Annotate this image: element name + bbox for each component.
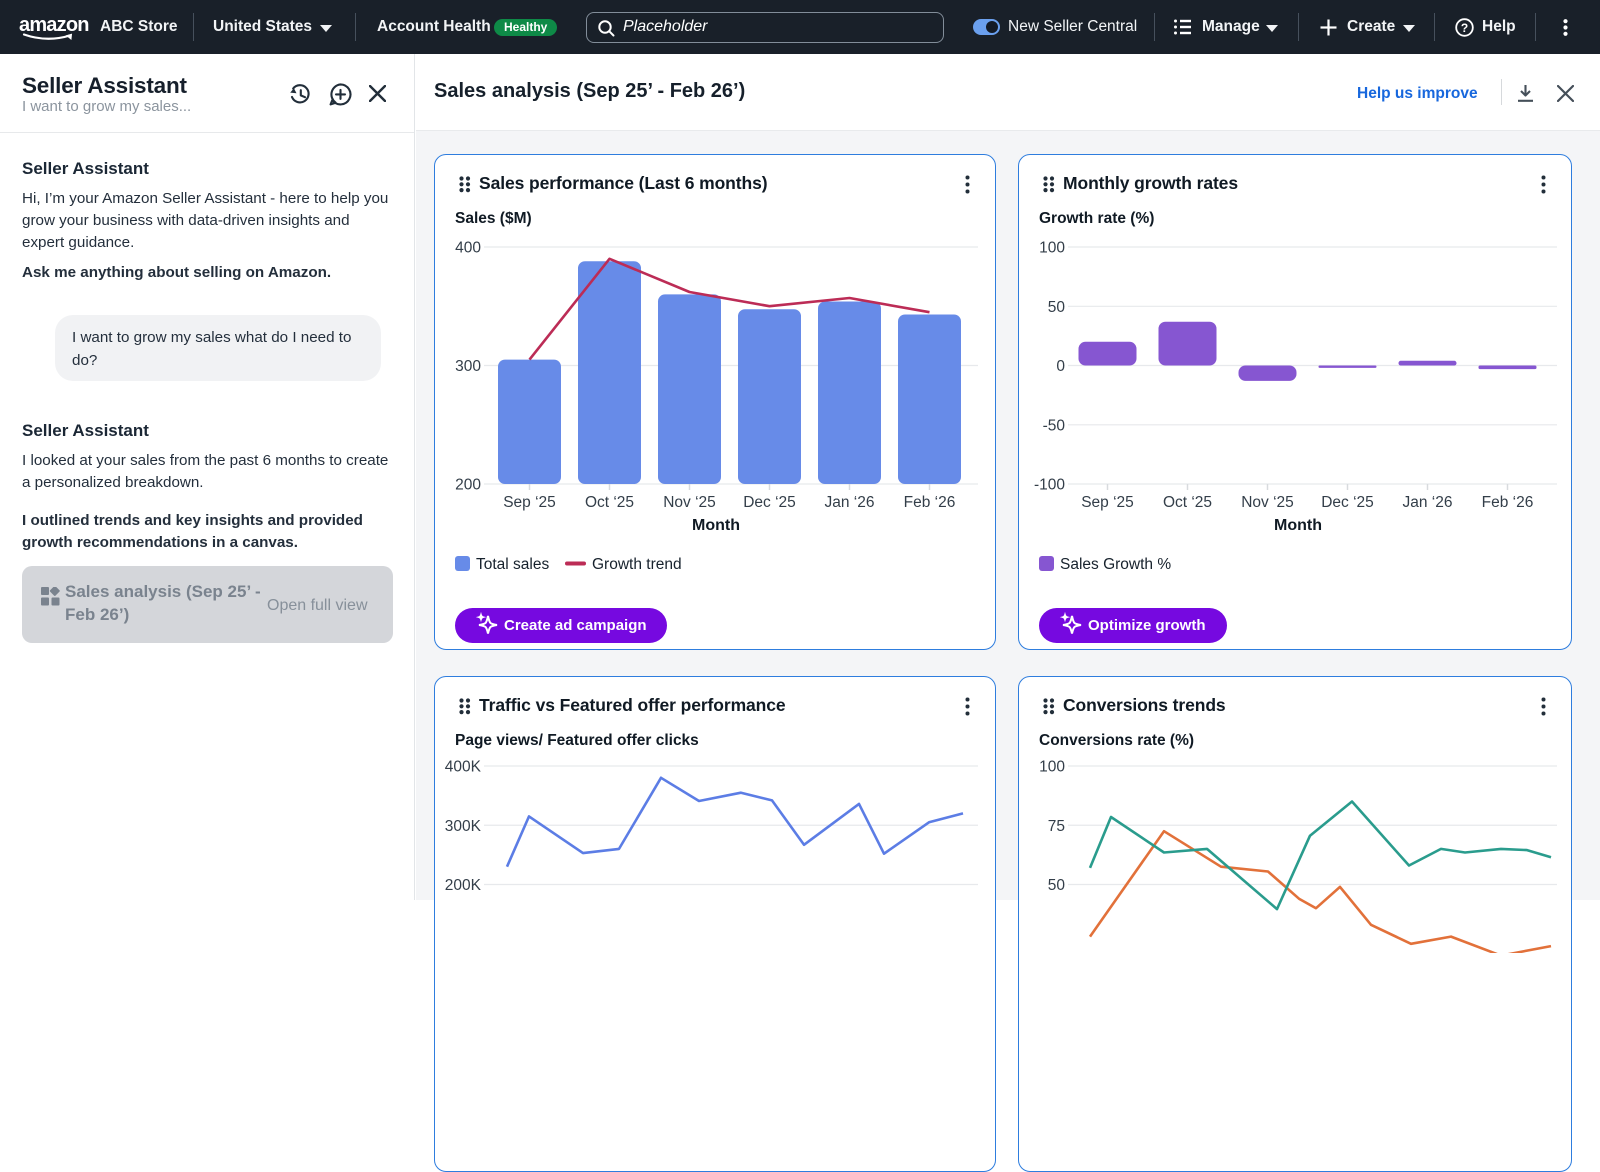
- svg-text:Nov ‘25: Nov ‘25: [663, 494, 716, 511]
- svg-text:Dec ‘25: Dec ‘25: [743, 494, 796, 511]
- svg-text:300: 300: [455, 358, 481, 375]
- svg-text:200K: 200K: [445, 877, 482, 894]
- svg-text:0: 0: [1056, 358, 1065, 375]
- svg-text:Jan ‘26: Jan ‘26: [825, 494, 875, 511]
- svg-text:Month: Month: [1274, 517, 1322, 534]
- svg-text:Sep ‘25: Sep ‘25: [1081, 494, 1134, 511]
- svg-text:300K: 300K: [445, 818, 482, 835]
- svg-text:Sep ‘25: Sep ‘25: [503, 494, 556, 511]
- svg-text:200: 200: [455, 477, 481, 494]
- svg-text:Oct ‘25: Oct ‘25: [1163, 494, 1212, 511]
- svg-text:-100: -100: [1034, 477, 1065, 494]
- svg-text:amazon: amazon: [19, 14, 89, 36]
- svg-text:Oct ‘25: Oct ‘25: [585, 494, 634, 511]
- svg-text:100: 100: [1039, 759, 1065, 776]
- svg-text:Feb ‘26: Feb ‘26: [904, 494, 956, 511]
- svg-text:400K: 400K: [445, 759, 482, 776]
- svg-text:Dec ‘25: Dec ‘25: [1321, 494, 1374, 511]
- svg-text:50: 50: [1048, 299, 1066, 316]
- svg-text:Jan ‘26: Jan ‘26: [1403, 494, 1453, 511]
- svg-text:Feb ‘26: Feb ‘26: [1482, 494, 1534, 511]
- svg-text:Month: Month: [692, 517, 740, 534]
- svg-text:Total sales: Total sales: [476, 556, 549, 573]
- svg-text:Nov ‘25: Nov ‘25: [1241, 494, 1294, 511]
- svg-text:400: 400: [455, 240, 481, 257]
- svg-text:Sales Growth %: Sales Growth %: [1060, 556, 1171, 573]
- svg-text:Growth trend: Growth trend: [592, 556, 682, 573]
- svg-text:-50: -50: [1043, 417, 1066, 434]
- svg-text:75: 75: [1048, 818, 1065, 835]
- svg-text:?: ?: [1461, 21, 1468, 35]
- svg-text:100: 100: [1039, 240, 1065, 257]
- svg-text:50: 50: [1048, 877, 1066, 894]
